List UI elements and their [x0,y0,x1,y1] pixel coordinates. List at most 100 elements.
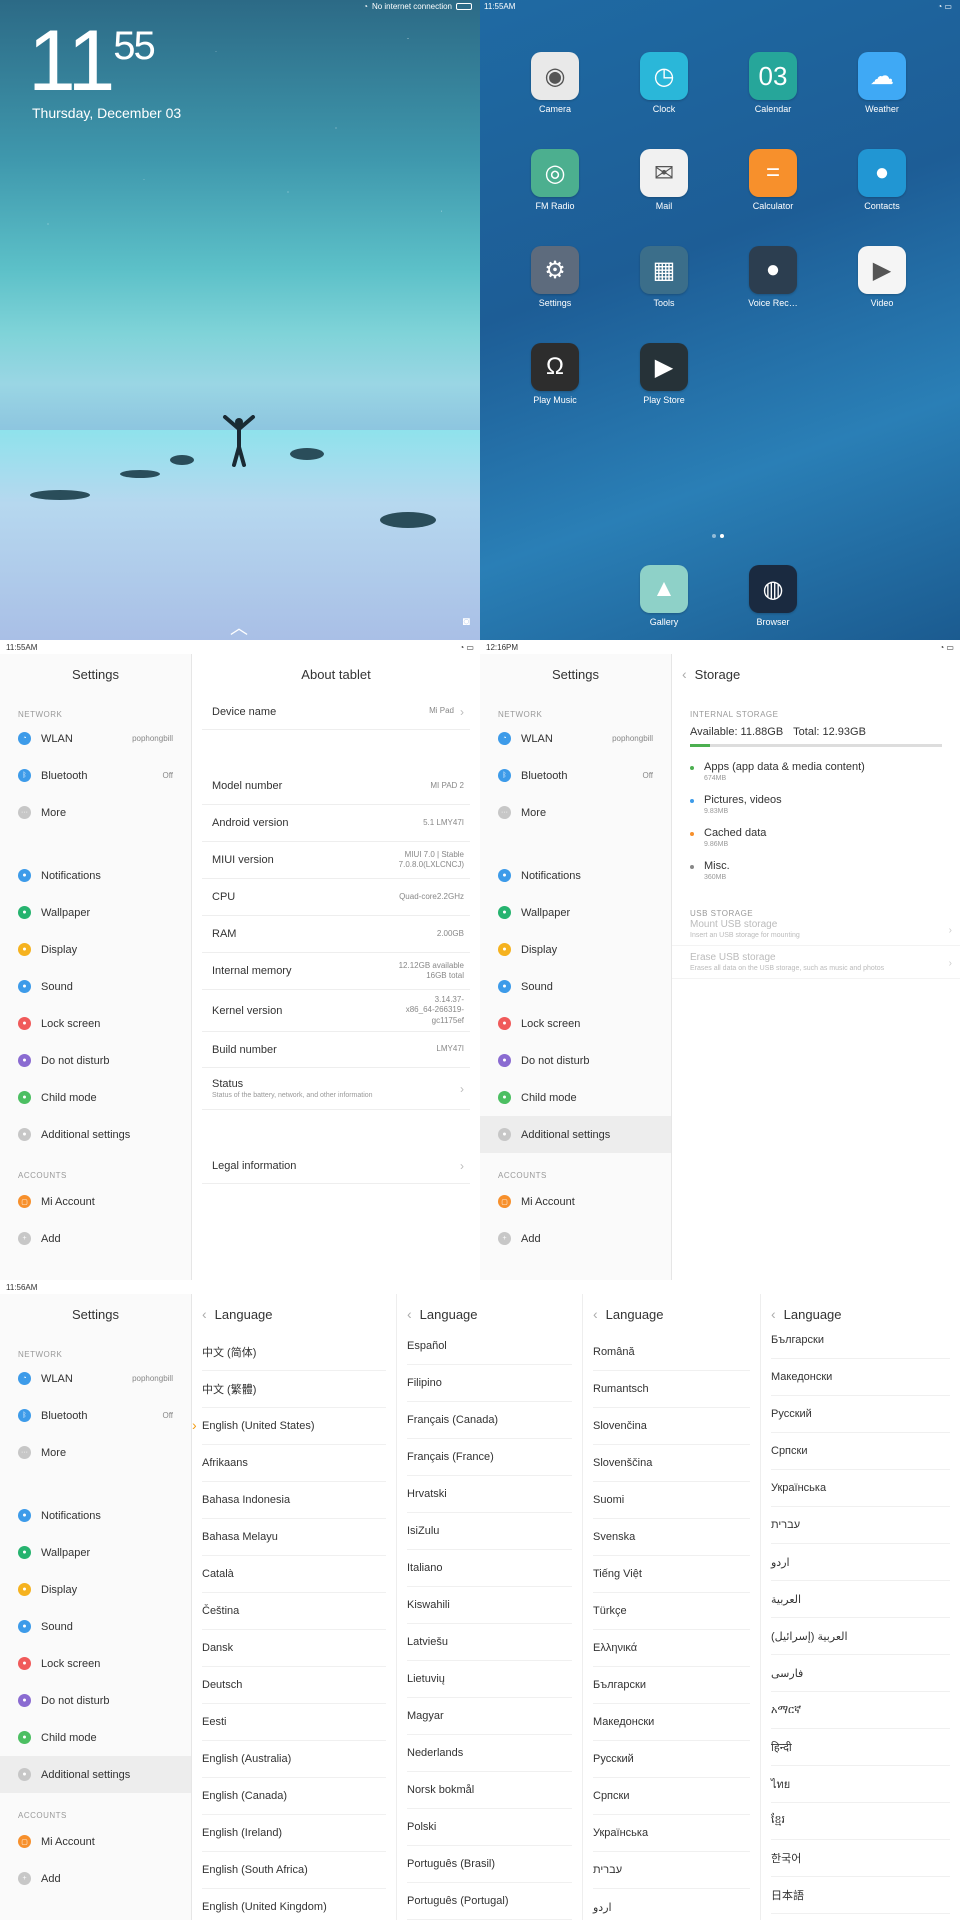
language-option[interactable]: Nederlands [407,1735,572,1772]
language-option[interactable]: Svenska [593,1519,750,1556]
language-option[interactable]: Suomi [593,1482,750,1519]
language-option[interactable]: Dansk [202,1630,386,1667]
language-option[interactable]: English (Ireland) [202,1815,386,1852]
settings-item-child-mode[interactable]: ● Child mode [480,1079,671,1116]
settings-item-additional-settings[interactable]: ● Additional settings [0,1756,191,1793]
settings-item-lock-screen[interactable]: ● Lock screen [0,1645,191,1682]
back-chevron-icon[interactable]: ‹ [682,666,687,682]
settings-item-child-mode[interactable]: ● Child mode [0,1079,191,1116]
settings-item-display[interactable]: ● Display [0,931,191,968]
language-option[interactable]: Català [202,1556,386,1593]
unlock-chevron-up-icon[interactable]: ︿ [230,614,248,640]
language-option[interactable]: Українська [771,1470,950,1507]
language-option[interactable]: Polski [407,1809,572,1846]
language-option[interactable]: አማርኛ [771,1692,950,1729]
settings-item-do-not-disturb[interactable]: ● Do not disturb [0,1682,191,1719]
settings-item-sound[interactable]: ● Sound [0,968,191,1005]
app-settings[interactable]: ⚙ Settings [510,246,600,308]
app-video[interactable]: ▶ Video [837,246,927,308]
settings-item-sound[interactable]: ● Sound [0,1608,191,1645]
settings-item-wallpaper[interactable]: ● Wallpaper [0,1534,191,1571]
language-option[interactable]: اردو [593,1889,750,1920]
language-option[interactable]: IsiZulu [407,1513,572,1550]
language-option[interactable]: Filipino [407,1365,572,1402]
language-option[interactable]: اردو [771,1544,950,1581]
language-option[interactable]: Română [593,1334,750,1371]
app-camera[interactable]: ◉ Camera [510,52,600,114]
app-play-music[interactable]: Ω Play Music [510,343,600,405]
language-option[interactable]: Bahasa Melayu [202,1519,386,1556]
settings-item-display[interactable]: ● Display [480,931,671,968]
app-tools[interactable]: ▦ Tools [619,246,709,308]
settings-item-more[interactable]: ··· More [480,794,671,831]
language-option[interactable]: Slovenčina [593,1408,750,1445]
language-option[interactable]: Norsk bokmål [407,1772,572,1809]
settings-item-bluetooth[interactable]: ᛒ Bluetooth Off [0,757,191,794]
device-name-row[interactable]: Device name Mi Pad › [202,694,470,730]
settings-item-add[interactable]: + Add [480,1220,671,1257]
settings-item-do-not-disturb[interactable]: ● Do not disturb [0,1042,191,1079]
settings-item-wallpaper[interactable]: ● Wallpaper [480,894,671,931]
language-option[interactable]: ไทย [771,1766,950,1803]
language-option[interactable]: Ελληνικά [593,1630,750,1667]
app-contacts[interactable]: ● Contacts [837,149,927,211]
app-clock[interactable]: ◷ Clock [619,52,709,114]
settings-item-additional-settings[interactable]: ● Additional settings [480,1116,671,1153]
back-chevron-icon[interactable]: ‹ [407,1306,412,1322]
app-weather[interactable]: ☁ Weather [837,52,927,114]
language-option[interactable]: English (Canada) [202,1778,386,1815]
app-mail[interactable]: ✉ Mail [619,149,709,211]
language-option[interactable]: Magyar [407,1698,572,1735]
back-chevron-icon[interactable]: ‹ [202,1306,207,1322]
language-option[interactable]: Português (Portugal) [407,1883,572,1920]
language-option[interactable]: Kiswahili [407,1587,572,1624]
language-option[interactable]: Italiano [407,1550,572,1587]
app-fm-radio[interactable]: ◎ FM Radio [510,149,600,211]
language-option[interactable]: Русский [771,1396,950,1433]
language-option[interactable]: Македонски [771,1359,950,1396]
language-option[interactable]: Bahasa Indonesia [202,1482,386,1519]
language-option[interactable]: Русский [593,1741,750,1778]
settings-item-wlan[interactable]: ◔ WLAN pophongbill [0,720,191,757]
language-option[interactable]: Afrikaans [202,1445,386,1482]
settings-item-mi-account[interactable]: ▢ Mi Account [0,1823,191,1860]
language-option[interactable]: Eesti [202,1704,386,1741]
language-option[interactable]: Македонски [593,1704,750,1741]
language-option[interactable]: Čeština [202,1593,386,1630]
language-option[interactable]: 中文 (简体) [202,1334,386,1371]
language-option[interactable]: Slovenščina [593,1445,750,1482]
settings-item-notifications[interactable]: ● Notifications [480,857,671,894]
app-browser[interactable]: ◍ Browser [728,565,818,627]
settings-item-wlan[interactable]: ◔ WLAN pophongbill [480,720,671,757]
language-option[interactable]: Français (France) [407,1439,572,1476]
language-option[interactable]: Hrvatski [407,1476,572,1513]
lock-screen[interactable]: ◔ No internet connection 1155 Thursday, … [0,0,480,640]
settings-item-child-mode[interactable]: ● Child mode [0,1719,191,1756]
settings-item-lock-screen[interactable]: ● Lock screen [480,1005,671,1042]
status-row[interactable]: Status Status of the battery, network, an… [202,1068,470,1110]
language-option[interactable]: Српски [593,1778,750,1815]
language-option[interactable]: Tiếng Việt [593,1556,750,1593]
language-option[interactable]: 中文 (繁體) [202,1371,386,1408]
language-option[interactable]: Português (Brasil) [407,1846,572,1883]
settings-item-bluetooth[interactable]: ᛒ Bluetooth Off [0,1397,191,1434]
app-calendar[interactable]: 03 Calendar [728,52,818,114]
settings-item-mi-account[interactable]: ▢ Mi Account [480,1183,671,1220]
settings-item-bluetooth[interactable]: ᛒ Bluetooth Off [480,757,671,794]
app-voice-rec[interactable]: ● Voice Rec… [728,246,818,308]
language-option[interactable]: 日本語 [771,1877,950,1914]
settings-item-wallpaper[interactable]: ● Wallpaper [0,894,191,931]
app-calculator[interactable]: = Calculator [728,149,818,211]
back-chevron-icon[interactable]: ‹ [593,1306,598,1322]
language-option[interactable]: Lietuvių [407,1661,572,1698]
back-chevron-icon[interactable]: ‹ [771,1306,776,1322]
language-option[interactable]: Deutsch [202,1667,386,1704]
language-option[interactable]: العربية [771,1581,950,1618]
language-option[interactable]: हिन्दी [771,1729,950,1766]
settings-item-wlan[interactable]: ◔ WLAN pophongbill [0,1360,191,1397]
language-option[interactable]: עברית [593,1852,750,1889]
language-option[interactable]: 한국어 [771,1840,950,1877]
settings-item-notifications[interactable]: ● Notifications [0,857,191,894]
settings-item-add[interactable]: + Add [0,1220,191,1257]
app-gallery[interactable]: ▲ Gallery [619,565,709,627]
